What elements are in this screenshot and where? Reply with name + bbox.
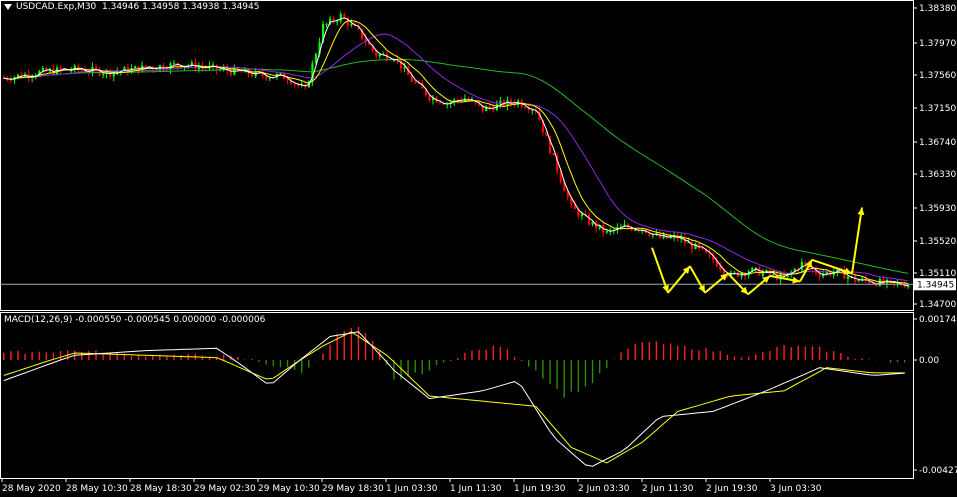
candle-body [439,102,442,104]
candle-body [428,95,431,101]
candle-body [414,81,417,83]
candle-body [846,276,850,279]
y-tick-label: 1.35520 [919,237,956,247]
candle-body [286,79,289,81]
y-tick-label: 1.38380 [919,4,956,14]
candle-body [102,73,105,76]
macd-y-tick-label: 0.001745 [919,315,957,325]
x-tick-label: 2 Jun 03:30 [578,484,630,494]
price-chart[interactable]: 1.38380 1.37970 1.37560 1.37150 1.36740 1.363… [0,0,957,497]
current-price-label: 1.34945 [917,280,954,290]
candle-body [580,214,584,217]
x-tick-label: 29 May 02:30 [194,484,256,494]
candle-body [94,66,98,70]
candle-body [488,106,491,108]
x-tick-label: 29 May 10:30 [258,484,320,494]
candle-body [400,59,403,69]
candle-body [279,73,282,75]
y-tick-label: 1.36330 [919,170,956,180]
candle-body [134,66,137,69]
candle-body [605,231,608,233]
candle-body [736,272,740,277]
y-tick-label: 1.35110 [919,269,956,279]
forecast-arrowhead [844,267,852,275]
candle-body [378,54,381,57]
x-tick-label: 28 May 2020 [2,484,61,494]
macd-y-tick-label: 0.00 [919,356,939,366]
macd-panel-frame [0,312,914,479]
candle-body [634,229,637,231]
candle-body [552,153,555,156]
x-tick-label: 2 Jun 19:30 [706,484,758,494]
forecast-arrowhead [792,276,800,284]
ma-slow-line [3,58,909,274]
y-tick-label: 1.37150 [919,104,956,114]
candle-body [800,262,804,270]
y-tick-label: 1.35930 [919,204,956,214]
candle-body [524,106,527,108]
y-tick-label: 1.37560 [919,71,956,81]
candle-body [144,65,147,68]
x-tick-label: 1 Jun 03:30 [386,484,438,494]
candle-body [758,267,761,276]
y-tick-label: 1.37970 [919,39,956,49]
candle-body [80,69,84,71]
y-tick-label: 1.34700 [919,300,956,310]
x-tick-label: 3 Jun 03:30 [770,484,822,494]
candle-body [325,23,328,25]
candle-body [339,14,342,22]
x-tick-label: 28 May 18:30 [130,484,192,494]
macd-y-tick-label: -0.004277 [919,466,957,476]
candle-body [350,23,353,26]
candle-body [41,68,44,71]
x-tick-label: 2 Jun 11:30 [642,484,694,494]
price-panel-frame [0,0,914,311]
y-tick-label: 1.36740 [919,138,956,148]
candle-body [588,215,591,225]
x-tick-label: 1 Jun 11:30 [450,484,502,494]
candle-body [857,280,860,282]
ma-fast-line [3,20,909,285]
candle-body [293,83,296,85]
x-tick-label: 1 Jun 19:30 [514,484,566,494]
candle-body [59,67,62,70]
candle-body [336,21,339,23]
x-tick-label: 28 May 10:30 [66,484,128,494]
ma-white-line [3,17,909,287]
candle-body [173,63,176,65]
candle-body [212,64,215,66]
candle-body [251,74,254,77]
x-tick-label: 29 May 18:30 [322,484,384,494]
